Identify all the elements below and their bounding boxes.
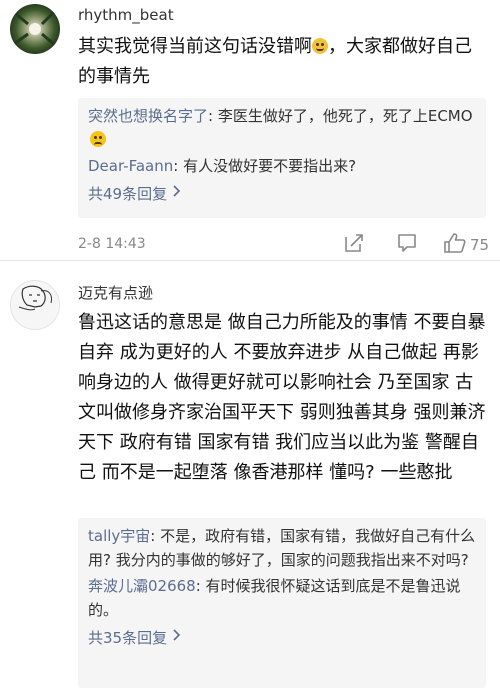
comment-text: 其实我觉得当前这句话没错啊 ，大家都做好自己的事情先	[78, 32, 488, 92]
reply-text: : 李医生做好了，他死了，死了上ECMO	[208, 107, 473, 125]
comment-card: 迈克有点逊 鲁迅这话的意思是 做自己力所能及的事情 不要自暴自弃 成为更好的人 …	[0, 262, 500, 690]
username[interactable]: rhythm_beat	[78, 6, 174, 24]
avatar-image	[11, 281, 59, 329]
divider	[0, 260, 500, 261]
reply-text: : 有人没做好要不要指出来?	[173, 157, 357, 175]
reply-item: 奔波儿灞02668: 有时候我很怀疑这话到底是不是鲁迅说的。	[88, 574, 476, 622]
reply-username[interactable]: Dear-Faann	[88, 157, 173, 175]
worried-emoji-icon	[90, 131, 106, 147]
reply-item: 突然也想换名字了: 李医生做好了，他死了，死了上ECMO	[88, 104, 476, 152]
more-replies-link[interactable]: 共49条回复	[88, 182, 181, 206]
avatar[interactable]	[10, 280, 60, 330]
more-replies-link[interactable]: 共35条回复	[88, 626, 181, 650]
laughing-emoji-icon	[312, 38, 328, 54]
reply-preview-box[interactable]: tally宇宙: 不是，政府有错，国家有错，我做好自己有什么用? 我分内的事做的…	[78, 518, 486, 688]
comment-text: 鲁迅这话的意思是 做自己力所能及的事情 不要自暴自弃 成为更好的人 不要放弃进步…	[78, 312, 486, 483]
chevron-right-icon	[173, 626, 181, 650]
comment-card: rhythm_beat 其实我觉得当前这句话没错啊 ，大家都做好自己的事情先 突然…	[0, 0, 500, 262]
like-count: 75	[470, 236, 490, 254]
reply-item: tally宇宙: 不是，政府有错，国家有错，我做好自己有什么用? 我分内的事做的…	[88, 524, 476, 572]
more-replies-label: 共49条回复	[88, 185, 168, 203]
thumbs-up-icon[interactable]	[443, 232, 467, 258]
comment-icon[interactable]	[396, 232, 418, 258]
avatar-image	[10, 4, 60, 54]
avatar[interactable]	[10, 4, 60, 54]
comment-text-part: 其实我觉得当前这句话没错啊	[78, 36, 312, 57]
reply-username[interactable]: 奔波儿灞02668	[88, 577, 196, 595]
reply-preview-box[interactable]: 突然也想换名字了: 李医生做好了，他死了，死了上ECMO Dear-Faann:…	[78, 98, 486, 218]
reply-username[interactable]: 突然也想换名字了	[88, 107, 208, 125]
username[interactable]: 迈克有点逊	[78, 282, 153, 303]
comment-footer: 2-8 14:43 75	[78, 232, 490, 258]
reply-username[interactable]: tally宇宙	[88, 527, 150, 545]
reply-item: Dear-Faann: 有人没做好要不要指出来?	[88, 154, 476, 178]
more-replies-label: 共35条回复	[88, 629, 168, 647]
share-icon[interactable]	[343, 232, 365, 258]
timestamp: 2-8 14:43	[78, 236, 146, 252]
chevron-right-icon	[173, 182, 181, 206]
